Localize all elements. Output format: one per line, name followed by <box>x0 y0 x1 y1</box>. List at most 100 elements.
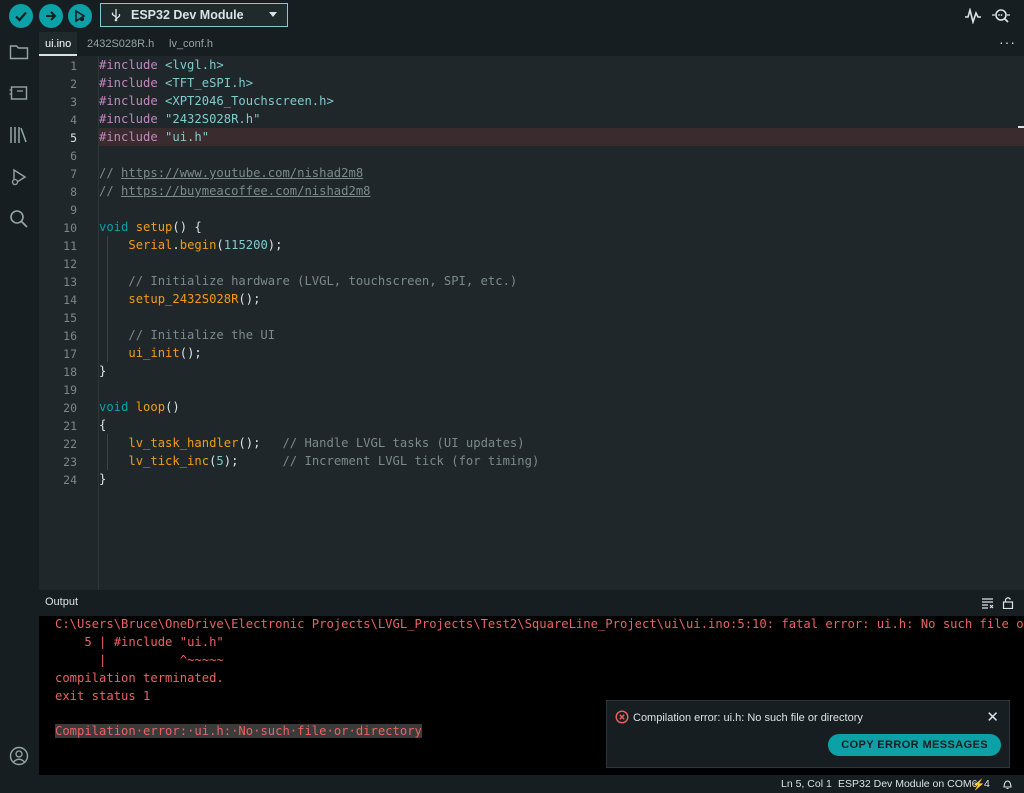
youtube-link[interactable]: https://www.youtube.com/nishad2m8 <box>121 166 363 180</box>
arrow-right-icon <box>46 11 57 21</box>
tab-2432s028r-h[interactable]: 2432S028R.h <box>81 32 160 56</box>
output-line: compilation terminated. <box>55 671 224 685</box>
code-line-18: } <box>99 364 107 378</box>
board-icon <box>9 86 28 100</box>
line-number: 10 <box>63 221 77 235</box>
code-line-5: #include "ui.h" <box>99 130 210 144</box>
line-number: 24 <box>63 473 77 487</box>
code-editor[interactable]: 1 2 3 4 5 6 7 8 9 10 11 12 13 14 15 16 17 18 19 20 21 22 23 24 … <box>39 56 1024 590</box>
line-number: 9 <box>70 203 77 217</box>
line-number: 7 <box>70 167 77 181</box>
code-line-10: void setup() { <box>99 220 202 234</box>
line-number: 11 <box>63 239 77 253</box>
line-number: 18 <box>63 365 77 379</box>
upload-button[interactable] <box>39 4 63 28</box>
line-number: 12 <box>63 257 77 271</box>
cursor-position[interactable]: Ln 5, Col 1 <box>781 778 832 790</box>
code-line-2: #include <TFT_eSPI.h> <box>99 76 254 90</box>
debug-panel-button[interactable] <box>8 166 30 188</box>
library-icon <box>10 127 27 143</box>
code-line-24: } <box>99 472 107 486</box>
close-icon[interactable]: ✕ <box>986 708 999 726</box>
output-title: Output <box>45 596 79 608</box>
serial-monitor-icon <box>992 9 1010 23</box>
tab-lv-conf-h[interactable]: lv_conf.h <box>163 32 219 56</box>
output-panel-header: Output <box>39 590 1024 616</box>
usb-icon <box>111 9 121 22</box>
line-number: 5 <box>70 131 77 145</box>
output-line: exit status 1 <box>55 689 151 703</box>
buymeacoffee-link[interactable]: https://buymeacoffee.com/nishad2m8 <box>121 184 370 198</box>
library-manager-button[interactable] <box>8 124 30 146</box>
line-number: 3 <box>70 95 77 109</box>
code-line-22: lv_task_handler(); // Handle LVGL tasks … <box>128 436 525 450</box>
board-port-status[interactable]: ESP32 Dev Module on COM6 <box>838 778 977 790</box>
code-line-3: #include <XPT2046_Touchscreen.h> <box>99 94 334 108</box>
copy-error-messages-button[interactable]: COPY ERROR MESSAGES <box>828 734 1001 756</box>
tab-ui-ino[interactable]: ui.ino <box>39 32 78 56</box>
board-name: ESP32 Dev Module <box>131 8 244 22</box>
user-icon <box>9 746 29 766</box>
error-icon <box>615 710 629 724</box>
code-line-20: void loop() <box>99 400 180 414</box>
line-number: 21 <box>63 419 77 433</box>
line-number: 23 <box>63 455 77 469</box>
debug-icon <box>75 9 86 23</box>
line-number: 19 <box>63 383 77 397</box>
verify-button[interactable] <box>9 4 33 28</box>
code-line-17: ui_init(); <box>128 346 202 360</box>
bell-icon[interactable] <box>1002 779 1013 790</box>
output-line: Compilation·error:·ui.h:·No·such·file·or… <box>55 724 422 738</box>
lock-scroll-icon[interactable] <box>1002 596 1014 609</box>
sketchbook-button[interactable] <box>8 41 30 63</box>
checkmark-icon <box>15 11 27 22</box>
code-line-11: Serial.begin(115200); <box>128 238 283 252</box>
code-line-1: #include <lvgl.h> <box>99 58 224 72</box>
code-line-4: #include "2432S028R.h" <box>99 112 261 126</box>
code-line-7: // https://www.youtube.com/nishad2m8 <box>99 166 364 180</box>
account-button[interactable] <box>8 745 30 767</box>
line-number: 16 <box>63 329 77 343</box>
line-number: 4 <box>70 113 77 127</box>
code-line-16: // Initialize the UI <box>128 328 276 342</box>
sidebar <box>0 32 39 775</box>
line-number: 8 <box>70 185 77 199</box>
line-number: 1 <box>70 59 77 73</box>
line-number: 17 <box>63 347 77 361</box>
folder-icon <box>9 45 29 60</box>
line-number: 2 <box>70 77 77 91</box>
debug-button[interactable] <box>68 4 92 28</box>
code-line-21: { <box>99 418 107 432</box>
code-line-8: // https://buymeacoffee.com/nishad2m8 <box>99 184 371 198</box>
search-button[interactable] <box>8 208 30 230</box>
chevron-down-icon <box>269 12 277 17</box>
search-icon <box>10 210 28 228</box>
toolbar: ESP32 Dev Module <box>0 0 1024 32</box>
code-line-23: lv_tick_inc(5); // Increment LVGL tick (… <box>128 454 540 468</box>
serial-plotter-icon <box>965 8 981 24</box>
line-number-gutter: 1 2 3 4 5 6 7 8 9 10 11 12 13 14 15 16 17 18 19 20 21 22 23 24 <box>39 56 99 590</box>
board-selector[interactable]: ESP32 Dev Module <box>100 3 288 27</box>
code-line-14: setup_2432S028R(); <box>128 292 261 306</box>
output-line: C:\Users\Bruce\OneDrive\Electronic Proje… <box>55 617 1024 631</box>
line-number: 6 <box>70 149 77 163</box>
boards-manager-button[interactable] <box>8 82 30 104</box>
line-number: 22 <box>63 437 77 451</box>
more-options-icon[interactable]: ··· <box>999 34 1016 50</box>
current-line-highlight <box>99 128 1024 146</box>
error-notification: Compilation error: ui.h: No such file or… <box>606 700 1010 768</box>
output-line: 5 | #include "ui.h" <box>55 635 224 649</box>
status-bar: Ln 5, Col 1 ESP32 Dev Module on COM6 ⚡ 4 <box>0 775 1024 793</box>
serial-monitor-button[interactable] <box>991 6 1011 26</box>
line-number: 14 <box>63 293 77 307</box>
output-line: | ^~~~~~ <box>55 653 224 667</box>
line-number: 13 <box>63 275 77 289</box>
debug-play-icon <box>11 168 27 186</box>
clear-output-icon[interactable] <box>981 597 994 609</box>
notifications-count[interactable]: 4 <box>984 778 990 790</box>
notification-message: Compilation error: ui.h: No such file or… <box>633 712 863 724</box>
tab-bar: ui.ino 2432S028R.h lv_conf.h ··· <box>39 32 1024 56</box>
code-line-13: // Initialize hardware (LVGL, touchscree… <box>128 274 518 288</box>
serial-plotter-button[interactable] <box>963 6 983 26</box>
scrollbar-marker[interactable] <box>1018 126 1024 128</box>
